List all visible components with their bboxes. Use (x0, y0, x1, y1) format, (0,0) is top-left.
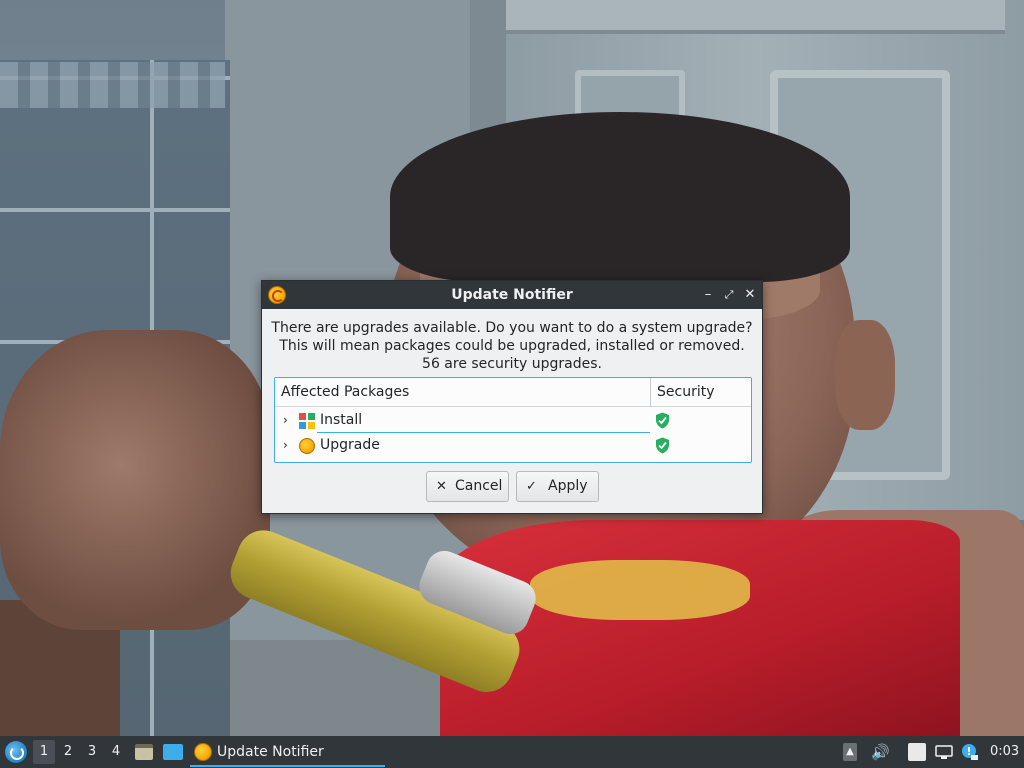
apply-button[interactable]: ✓ Apply (516, 471, 599, 502)
wallpaper-hair (390, 112, 850, 282)
tree-header: Affected Packages Security (275, 378, 751, 407)
clock[interactable]: 0:03 (990, 736, 1019, 768)
workspace-4[interactable]: 4 (105, 740, 127, 764)
cancel-button[interactable]: ✕ Cancel (426, 471, 509, 502)
column-separator (650, 378, 651, 407)
update-notifier-icon (194, 743, 212, 761)
affected-packages-tree[interactable]: Affected Packages Security › Install › U… (274, 377, 752, 463)
apply-label: Apply (548, 478, 588, 494)
show-desktop-icon[interactable] (163, 744, 183, 760)
dialog-titlebar[interactable]: Update Notifier – ⤢ ✕ (262, 281, 762, 309)
maximize-button[interactable]: ⤢ (720, 285, 738, 305)
wallpaper-ear (835, 320, 895, 430)
expand-arrow-icon[interactable]: › (283, 438, 293, 452)
wallpaper-packet-band (530, 560, 750, 620)
tree-row-install[interactable]: › Install (275, 408, 751, 433)
notification-icon[interactable]: ! (961, 743, 979, 761)
install-icon (299, 413, 315, 429)
wallpaper-fist (0, 330, 270, 630)
cancel-icon: ✕ (436, 479, 447, 494)
close-button[interactable]: ✕ (741, 285, 759, 305)
workspace-3[interactable]: 3 (81, 740, 103, 764)
check-icon: ✓ (526, 479, 537, 494)
volume-icon[interactable]: 🔊 (871, 743, 890, 761)
message-line: This will mean packages could be upgrade… (279, 338, 745, 354)
upgrade-icon (299, 438, 315, 454)
taskbar-item-update-notifier[interactable]: Update Notifier (190, 737, 385, 767)
column-header-security[interactable]: Security (657, 378, 715, 407)
taskbar: 1 2 3 4 Update Notifier ▲ 🔊 ! 0:03 (0, 736, 1024, 768)
workspace-1[interactable]: 1 (33, 740, 55, 764)
clipboard-icon[interactable] (908, 743, 926, 761)
row-label: Upgrade (320, 437, 380, 453)
wallpaper-door-top (505, 0, 1005, 34)
column-header-affected-packages[interactable]: Affected Packages (281, 378, 409, 407)
dialog-message: There are upgrades available. Do you wan… (262, 319, 762, 373)
taskbar-item-label: Update Notifier (217, 744, 324, 760)
start-menu-icon[interactable] (5, 741, 27, 763)
shield-check-icon (656, 437, 669, 454)
dialog-title: Update Notifier (451, 287, 573, 303)
message-line: 56 are security upgrades. (422, 356, 602, 372)
wallpaper-tile-border (0, 62, 225, 108)
update-notifier-dialog: Update Notifier – ⤢ ✕ There are upgrades… (261, 280, 763, 514)
cancel-label: Cancel (455, 478, 503, 494)
row-label: Install (320, 412, 363, 428)
expand-arrow-icon[interactable]: › (283, 413, 293, 427)
file-manager-icon[interactable] (135, 744, 153, 760)
network-icon[interactable] (935, 743, 953, 761)
message-line: There are upgrades available. Do you wan… (271, 320, 753, 336)
tray-expand-icon[interactable]: ▲ (843, 743, 857, 761)
workspace-2[interactable]: 2 (57, 740, 79, 764)
shield-check-icon (656, 412, 669, 429)
notification-mark: ! (966, 745, 971, 758)
minimize-button[interactable]: – (699, 285, 717, 305)
tree-row-upgrade[interactable]: › Upgrade (275, 433, 751, 458)
